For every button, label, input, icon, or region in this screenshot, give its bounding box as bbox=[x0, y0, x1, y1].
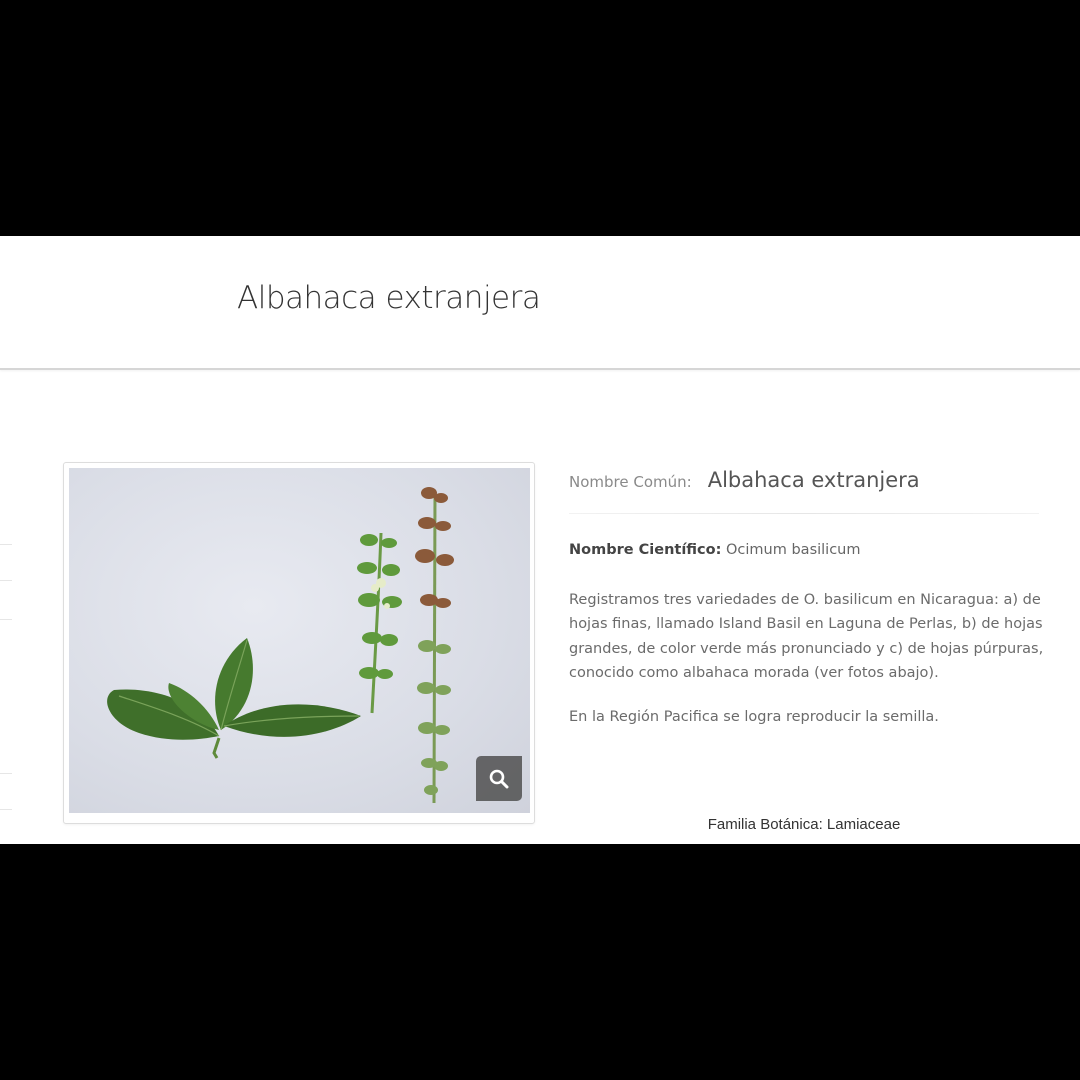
basil-leaves bbox=[107, 638, 361, 759]
common-name-value: Albahaca extranjera bbox=[707, 468, 920, 492]
botanical-family-row: Familia Botánica: Lamiaceae bbox=[569, 816, 1039, 833]
plant-details: Nombre Común: Albahaca extranjera Nombre… bbox=[569, 468, 1044, 725]
zoom-button[interactable] bbox=[476, 756, 522, 801]
botanical-family-value: Lamiaceae bbox=[826, 816, 901, 833]
basil-photo-illustration bbox=[107, 487, 454, 804]
green-flower-stem bbox=[357, 532, 402, 714]
plant-image-card bbox=[63, 462, 535, 824]
common-name-row: Nombre Común: Albahaca extranjera bbox=[569, 468, 1044, 492]
scientific-name-label: Nombre Científico: bbox=[569, 542, 722, 558]
common-name-label: Nombre Común: bbox=[569, 473, 692, 491]
page-title: Albahaca extranjera bbox=[237, 280, 541, 316]
page-header: Albahaca extranjera bbox=[0, 236, 1080, 370]
plant-photo[interactable] bbox=[69, 468, 530, 813]
botanical-family-label: Familia Botánica: bbox=[707, 816, 823, 833]
scientific-name-row: Nombre Científico: Ocimum basilicum bbox=[569, 542, 1044, 558]
divider bbox=[569, 513, 1039, 514]
scientific-name-value: Ocimum basilicum bbox=[726, 542, 861, 558]
purple-flower-stem bbox=[415, 487, 454, 804]
plant-note: En la Región Pacifica se logra reproduci… bbox=[569, 709, 939, 726]
page-content: Albahaca extranjera Nombre Común: Albaha… bbox=[0, 236, 1080, 844]
plant-description: Registramos tres variedades de O. basili… bbox=[569, 592, 1044, 681]
search-icon bbox=[489, 769, 509, 788]
